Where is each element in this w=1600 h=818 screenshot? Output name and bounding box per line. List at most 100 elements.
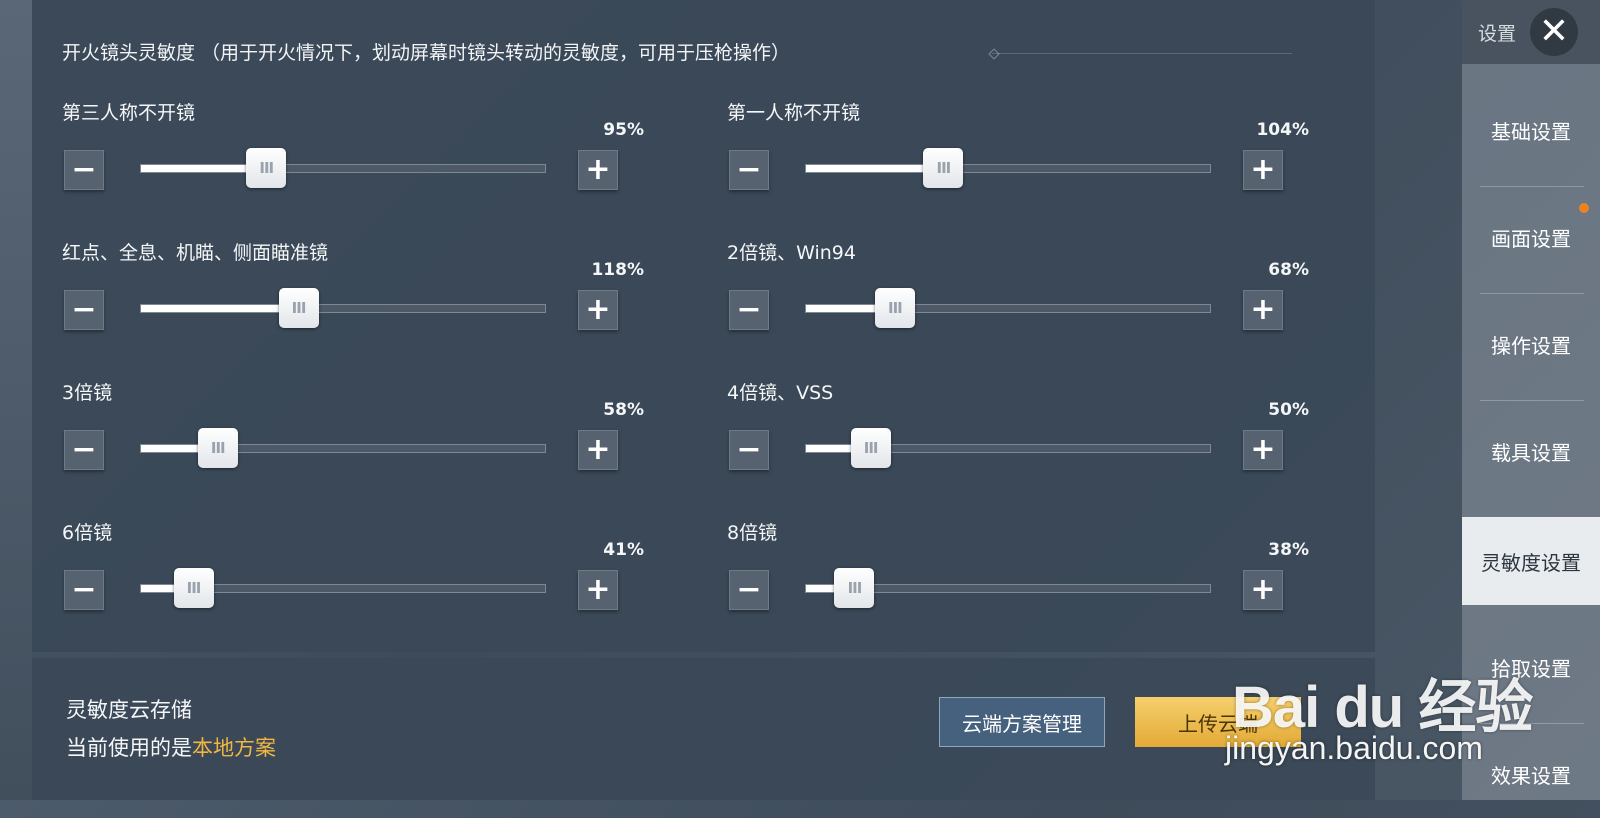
title-divider: [992, 53, 1292, 54]
slider-row: 第一人称不开镜 104% − III +: [727, 98, 1309, 218]
status-prefix: 当前使用的是: [66, 736, 192, 760]
slider-track[interactable]: III: [805, 568, 1211, 608]
minus-icon: −: [736, 292, 762, 327]
slider-row: 4倍镜、VSS 50% − III +: [727, 378, 1309, 498]
slider-value: 58%: [603, 400, 644, 420]
slider-label: 3倍镜: [62, 382, 113, 404]
sidebar-title: 设置: [1478, 23, 1517, 45]
slider-thumb[interactable]: III: [246, 148, 287, 188]
increase-button[interactable]: +: [1243, 430, 1283, 470]
nav-separator: [1480, 400, 1584, 401]
grip-icon: III: [936, 159, 951, 177]
decrease-button[interactable]: −: [64, 430, 104, 470]
left-edge-decoration: [0, 0, 32, 800]
slider-label: 第一人称不开镜: [727, 102, 861, 124]
increase-button[interactable]: +: [1243, 570, 1283, 610]
plus-icon: +: [1250, 572, 1276, 607]
slider-value: 38%: [1268, 540, 1309, 560]
slider-value: 95%: [603, 120, 644, 140]
slider-thumb[interactable]: III: [173, 568, 214, 608]
slider-track[interactable]: III: [140, 148, 546, 188]
plus-icon: +: [585, 292, 611, 327]
plus-icon: +: [585, 432, 611, 467]
grip-icon: III: [291, 299, 307, 317]
baidu-watermark-url: jingyan.baidu.com: [1225, 730, 1483, 766]
decrease-button[interactable]: −: [729, 150, 769, 190]
slider-track[interactable]: III: [805, 148, 1211, 188]
slider-label: 第三人称不开镜: [62, 102, 196, 124]
decrease-button[interactable]: −: [729, 290, 769, 330]
decrease-button[interactable]: −: [64, 150, 104, 190]
minus-icon: −: [71, 572, 97, 607]
slider-thumb[interactable]: III: [923, 148, 964, 188]
slider-row: 8倍镜 38% − III +: [727, 518, 1309, 638]
slider-thumb[interactable]: III: [874, 288, 915, 328]
decrease-button[interactable]: −: [729, 570, 769, 610]
slider-label: 8倍镜: [727, 522, 778, 544]
grip-icon: III: [259, 159, 274, 177]
slider-row: 3倍镜 58% − III +: [62, 378, 644, 498]
increase-button[interactable]: +: [1243, 290, 1283, 330]
cloud-storage-status: 当前使用的是本地方案: [66, 732, 276, 762]
increase-button[interactable]: +: [1243, 150, 1283, 190]
plus-icon: +: [1250, 432, 1276, 467]
increase-button[interactable]: +: [578, 290, 618, 330]
slider-thumb[interactable]: III: [278, 288, 319, 328]
slider-row: 2倍镜、Win94 68% − III +: [727, 238, 1309, 358]
minus-icon: −: [71, 432, 97, 467]
slider-row: 6倍镜 41% − III +: [62, 518, 644, 638]
sidebar-nav-item[interactable]: 载具设置: [1462, 407, 1600, 495]
slider-value: 41%: [603, 540, 644, 560]
minus-icon: −: [736, 432, 762, 467]
grip-icon: III: [210, 439, 226, 457]
sidebar-nav-item[interactable]: 操作设置: [1462, 300, 1600, 388]
slider-label: 6倍镜: [62, 522, 113, 544]
plus-icon: +: [1250, 152, 1276, 187]
section-title: 开火镜头灵敏度 （用于开火情况下，划动屏幕时镜头转动的灵敏度，可用于压枪操作）: [62, 42, 791, 64]
slider-row: 红点、全息、机瞄、侧面瞄准镜 118% − III +: [62, 238, 644, 358]
decrease-button[interactable]: −: [64, 290, 104, 330]
sidebar-nav-item[interactable]: 灵敏度设置: [1462, 517, 1600, 605]
minus-icon: −: [71, 292, 97, 327]
cloud-scheme-manage-button[interactable]: 云端方案管理: [939, 697, 1105, 747]
sidebar-nav-item[interactable]: 基础设置: [1462, 86, 1600, 174]
close-icon: ✕: [1538, 11, 1570, 52]
grip-icon: III: [888, 299, 903, 317]
current-scheme: 本地方案: [192, 736, 276, 760]
nav-separator: [1480, 186, 1584, 187]
slider-track[interactable]: III: [140, 288, 546, 328]
slider-fill: [141, 305, 299, 312]
slider-track[interactable]: III: [140, 568, 546, 608]
decrease-button[interactable]: −: [729, 430, 769, 470]
slider-track[interactable]: III: [140, 428, 546, 468]
grip-icon: III: [847, 579, 863, 597]
plus-icon: +: [585, 572, 611, 607]
slider-thumb[interactable]: III: [850, 428, 891, 468]
grip-icon: III: [186, 579, 202, 597]
plus-icon: +: [1250, 292, 1276, 327]
slider-track[interactable]: III: [805, 428, 1211, 468]
slider-thumb[interactable]: III: [834, 568, 875, 608]
minus-icon: −: [736, 572, 762, 607]
close-button[interactable]: ✕: [1530, 8, 1578, 56]
notification-dot-icon: [1579, 203, 1589, 213]
slider-value: 68%: [1268, 260, 1309, 280]
slider-row: 第三人称不开镜 95% − III +: [62, 98, 644, 218]
slider-thumb[interactable]: III: [197, 428, 238, 468]
minus-icon: −: [71, 152, 97, 187]
increase-button[interactable]: +: [578, 430, 618, 470]
slider-value: 118%: [591, 260, 644, 280]
nav-separator: [1480, 293, 1584, 294]
slider-label: 红点、全息、机瞄、侧面瞄准镜: [62, 242, 329, 264]
grip-icon: III: [863, 439, 879, 457]
slider-value: 50%: [1268, 400, 1309, 420]
slider-label: 4倍镜、VSS: [727, 382, 834, 404]
slider-value: 104%: [1256, 120, 1309, 140]
slider-track[interactable]: III: [805, 288, 1211, 328]
cloud-storage-title: 灵敏度云存储: [66, 698, 192, 722]
plus-icon: +: [585, 152, 611, 187]
increase-button[interactable]: +: [578, 570, 618, 610]
slider-label: 2倍镜、Win94: [727, 242, 856, 264]
increase-button[interactable]: +: [578, 150, 618, 190]
decrease-button[interactable]: −: [64, 570, 104, 610]
